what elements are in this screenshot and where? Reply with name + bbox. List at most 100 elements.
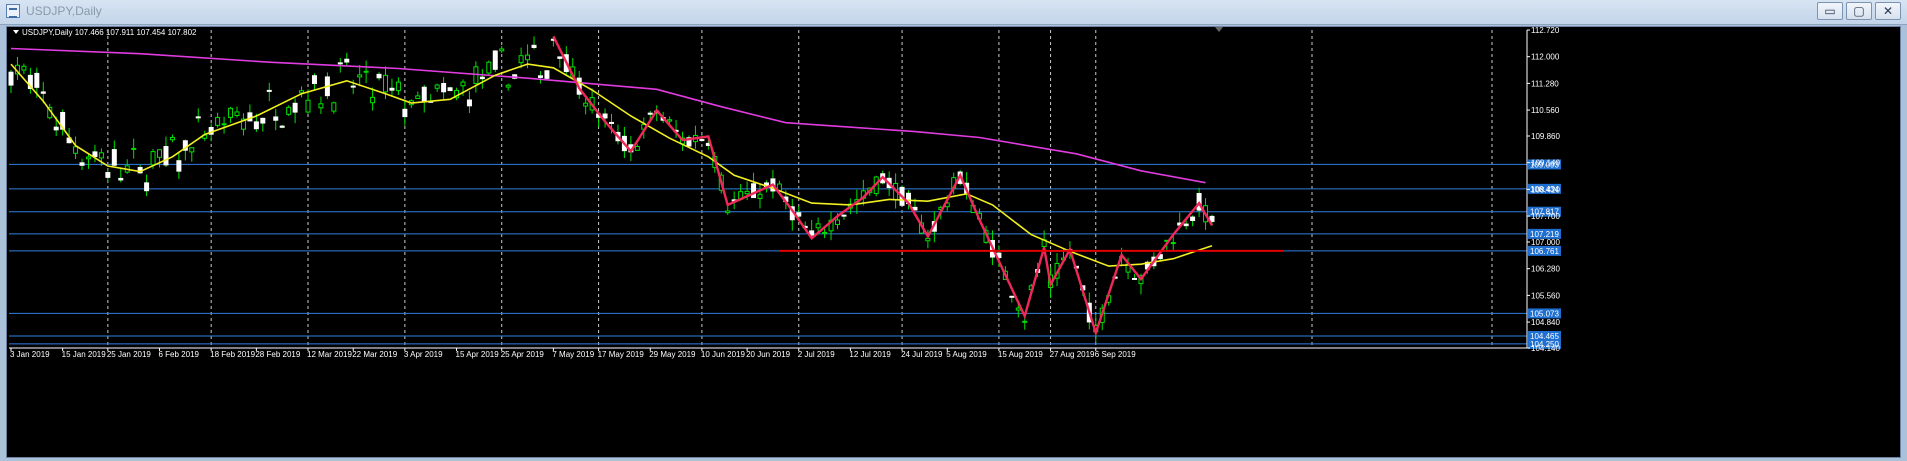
candle-body <box>634 145 640 151</box>
candle-body <box>1022 320 1028 323</box>
candle-body <box>40 91 46 94</box>
candle-body <box>834 219 840 226</box>
window-titlebar: USDJPY,Daily ▭ ▢ ✕ <box>0 0 1907 25</box>
candle-body <box>667 119 673 122</box>
candle-body <box>344 58 350 63</box>
candle-body <box>98 152 104 159</box>
candle-body <box>376 73 382 79</box>
price-tick-label: 107.000 <box>1531 238 1560 247</box>
candle-body <box>757 193 763 199</box>
candle-body <box>150 151 156 166</box>
price-tick-label: 112.720 <box>1531 27 1560 35</box>
close-icon: ✕ <box>1882 4 1894 18</box>
candle-body <box>441 82 447 93</box>
candle-body <box>221 123 227 126</box>
time-tick-label: 17 May 2019 <box>598 350 645 359</box>
candle-body <box>53 126 59 131</box>
candle-body <box>415 95 421 100</box>
time-tick-label: 3 Jan 2019 <box>10 350 50 359</box>
candle-body <box>434 84 440 89</box>
candle-body <box>253 121 259 130</box>
price-tick-label: 108.420 <box>1531 185 1560 194</box>
window-controls: ▭ ▢ ✕ <box>1817 2 1901 20</box>
time-tick-label: 12 Mar 2019 <box>307 350 352 359</box>
candle-body <box>279 125 285 128</box>
price-tick-label: 111.280 <box>1531 79 1559 88</box>
maximize-button[interactable]: ▢ <box>1846 2 1872 20</box>
candle-body <box>92 151 98 158</box>
price-chart[interactable]: 109.093108.434107.817107.219106.761105.0… <box>7 26 1900 457</box>
price-tick-label: 106.280 <box>1531 265 1560 274</box>
time-tick-label: 6 Feb 2019 <box>159 350 200 359</box>
chart-window-icon <box>6 4 20 18</box>
time-tick-label: 29 May 2019 <box>649 350 696 359</box>
candle-body <box>1009 295 1015 298</box>
candle-body <box>460 81 466 87</box>
minimize-icon: ▭ <box>1824 4 1836 18</box>
time-tick-label: 6 Sep 2019 <box>1095 350 1136 359</box>
candle-body <box>1170 242 1176 245</box>
candle-body <box>395 81 401 92</box>
candle-body <box>421 86 427 103</box>
maximize-icon: ▢ <box>1853 4 1865 18</box>
candle-body <box>537 75 543 78</box>
price-tick-label: 109.140 <box>1531 159 1560 168</box>
candle-body <box>169 136 175 141</box>
candle-body <box>195 116 201 119</box>
time-tick-label: 3 Apr 2019 <box>404 350 443 359</box>
candle-body <box>699 139 705 142</box>
candle-body <box>1190 216 1196 221</box>
candle-body <box>305 99 311 113</box>
candle-body <box>286 106 292 115</box>
candle-body <box>105 172 111 178</box>
close-button[interactable]: ✕ <box>1875 2 1901 20</box>
candle-body <box>505 84 511 88</box>
candle-body <box>389 87 395 91</box>
time-tick-label: 10 Jun 2019 <box>701 350 746 359</box>
candle-body <box>215 116 221 126</box>
candle-body <box>492 50 498 70</box>
candle-body <box>260 117 266 124</box>
chart-header: USDJPY,Daily 107.466 107.911 107.454 107… <box>22 28 197 37</box>
candle-body <box>609 121 614 124</box>
candle-body <box>21 65 27 71</box>
candle-body <box>402 108 408 118</box>
candle-body <box>157 149 163 158</box>
price-tick-label: 104.140 <box>1531 344 1560 353</box>
time-tick-label: 2 Jul 2019 <box>798 350 835 359</box>
candle-body <box>447 87 453 92</box>
minimize-button[interactable]: ▭ <box>1817 2 1843 20</box>
candle-body <box>163 146 169 166</box>
price-tick-label: 107.700 <box>1531 212 1560 221</box>
candle-body <box>744 190 750 195</box>
candle-body <box>479 76 485 80</box>
time-tick-label: 24 Jul 2019 <box>901 350 943 359</box>
candle-body <box>370 96 376 104</box>
candle-body <box>337 62 343 65</box>
candle-body <box>383 74 389 93</box>
time-tick-label: 7 May 2019 <box>552 350 594 359</box>
candle-body <box>815 223 821 229</box>
candle-body <box>111 149 117 166</box>
candle-body <box>189 147 195 153</box>
candle-body <box>557 56 563 59</box>
candle-body <box>266 89 272 92</box>
candle-body <box>531 44 537 49</box>
price-tick-label: 105.560 <box>1531 291 1560 300</box>
candle-body <box>311 75 317 85</box>
candle-body <box>544 70 550 79</box>
candle-body <box>350 85 356 88</box>
time-tick-label: 25 Apr 2019 <box>501 350 545 359</box>
candle-body <box>8 71 14 86</box>
time-tick-label: 25 Jan 2019 <box>107 350 152 359</box>
candle-body <box>79 162 85 166</box>
candle-body <box>1015 307 1021 311</box>
candle-body <box>751 183 757 199</box>
chart-area[interactable]: 109.093 108.434 107.817 107.219 106.761 105.0… <box>6 26 1901 458</box>
candle-body <box>73 146 79 154</box>
candle-body <box>292 102 298 113</box>
time-tick-label: 5 Aug 2019 <box>946 350 987 359</box>
candle-body <box>525 54 531 61</box>
candle-body <box>34 72 40 88</box>
time-tick-label: 15 Apr 2019 <box>456 350 500 359</box>
